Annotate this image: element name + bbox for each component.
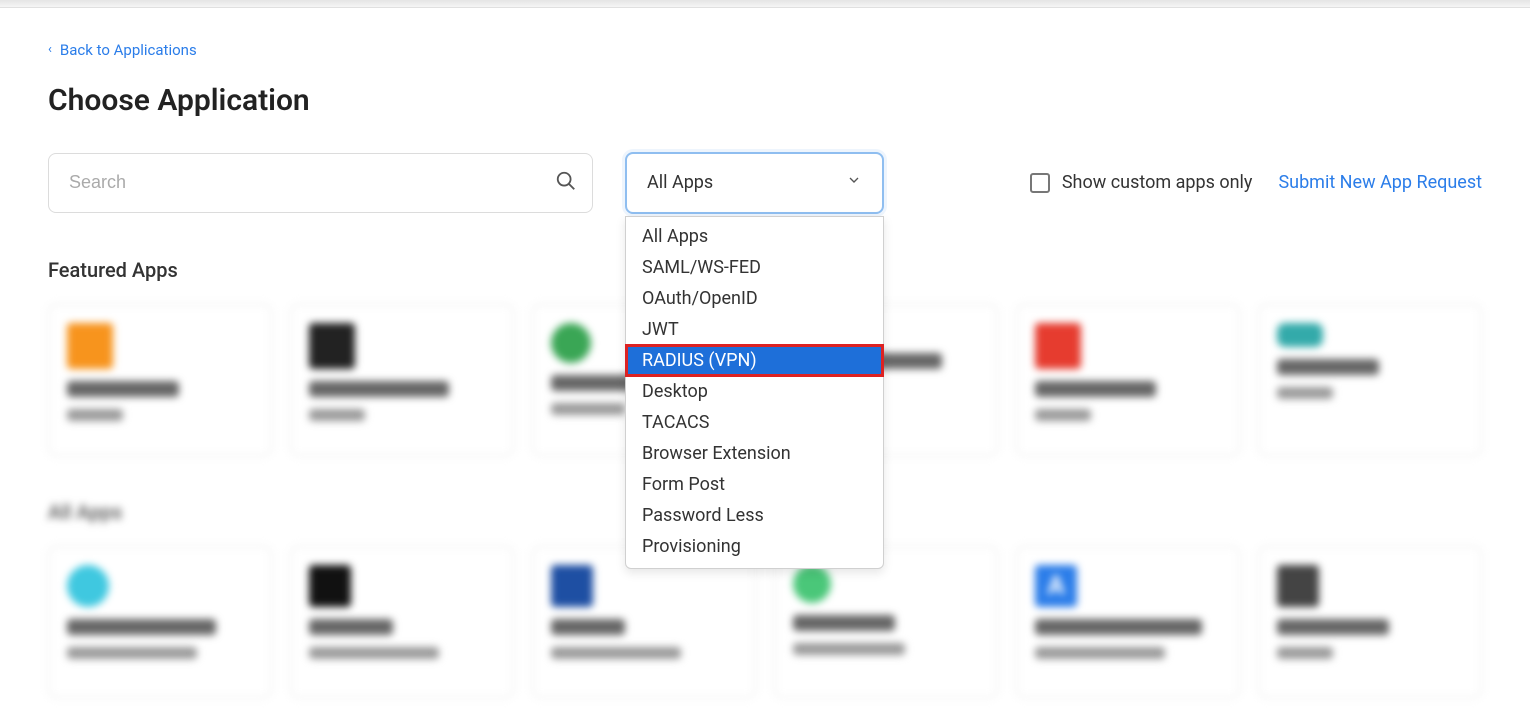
filter-option[interactable]: Provisioning [626, 531, 883, 562]
filter-option[interactable]: All Apps [626, 221, 883, 252]
filter-option[interactable]: RADIUS (VPN) [626, 345, 883, 376]
filter-dropdown: All AppsSAML/WS-FEDOAuth/OpenIDJWTRADIUS… [625, 216, 884, 569]
controls-row: All Apps All AppsSAML/WS-FEDOAuth/OpenID… [48, 152, 1482, 214]
app-card[interactable] [290, 304, 514, 456]
filter-option[interactable]: Form Post [626, 469, 883, 500]
checkbox-label: Show custom apps only [1062, 172, 1253, 193]
top-bar [0, 0, 1530, 8]
filter-option[interactable]: JWT [626, 314, 883, 345]
app-card[interactable] [48, 546, 272, 698]
right-controls: Show custom apps only Submit New App Req… [1030, 172, 1482, 193]
filter-option[interactable]: TACACS [626, 407, 883, 438]
filter-selected-label: All Apps [647, 172, 713, 193]
app-card[interactable] [1016, 304, 1240, 456]
search-input[interactable] [48, 153, 593, 213]
filter-wrapper: All Apps All AppsSAML/WS-FEDOAuth/OpenID… [625, 152, 884, 214]
search-wrapper [48, 153, 593, 213]
app-card[interactable] [1258, 546, 1482, 698]
back-to-applications-link[interactable]: ‹ Back to Applications [48, 41, 197, 59]
app-card[interactable]: A [1016, 546, 1240, 698]
filter-option[interactable]: SAML/WS-FED [626, 252, 883, 283]
filter-option[interactable]: Password Less [626, 500, 883, 531]
app-card[interactable] [48, 304, 272, 456]
page-title: Choose Application [48, 83, 1482, 118]
chevron-down-icon [846, 172, 862, 193]
back-link-label: Back to Applications [60, 41, 197, 59]
show-custom-apps-checkbox[interactable]: Show custom apps only [1030, 172, 1253, 193]
search-icon [555, 170, 577, 196]
filter-option[interactable]: OAuth/OpenID [626, 283, 883, 314]
filter-option[interactable]: Browser Extension [626, 438, 883, 469]
checkbox-icon [1030, 173, 1050, 193]
filter-option[interactable]: Desktop [626, 376, 883, 407]
submit-new-app-link[interactable]: Submit New App Request [1278, 172, 1482, 193]
app-card[interactable] [290, 546, 514, 698]
filter-select[interactable]: All Apps [625, 152, 884, 214]
chevron-left-icon: ‹ [48, 42, 52, 57]
app-card[interactable] [1258, 304, 1482, 456]
page-container: ‹ Back to Applications Choose Applicatio… [0, 8, 1530, 728]
